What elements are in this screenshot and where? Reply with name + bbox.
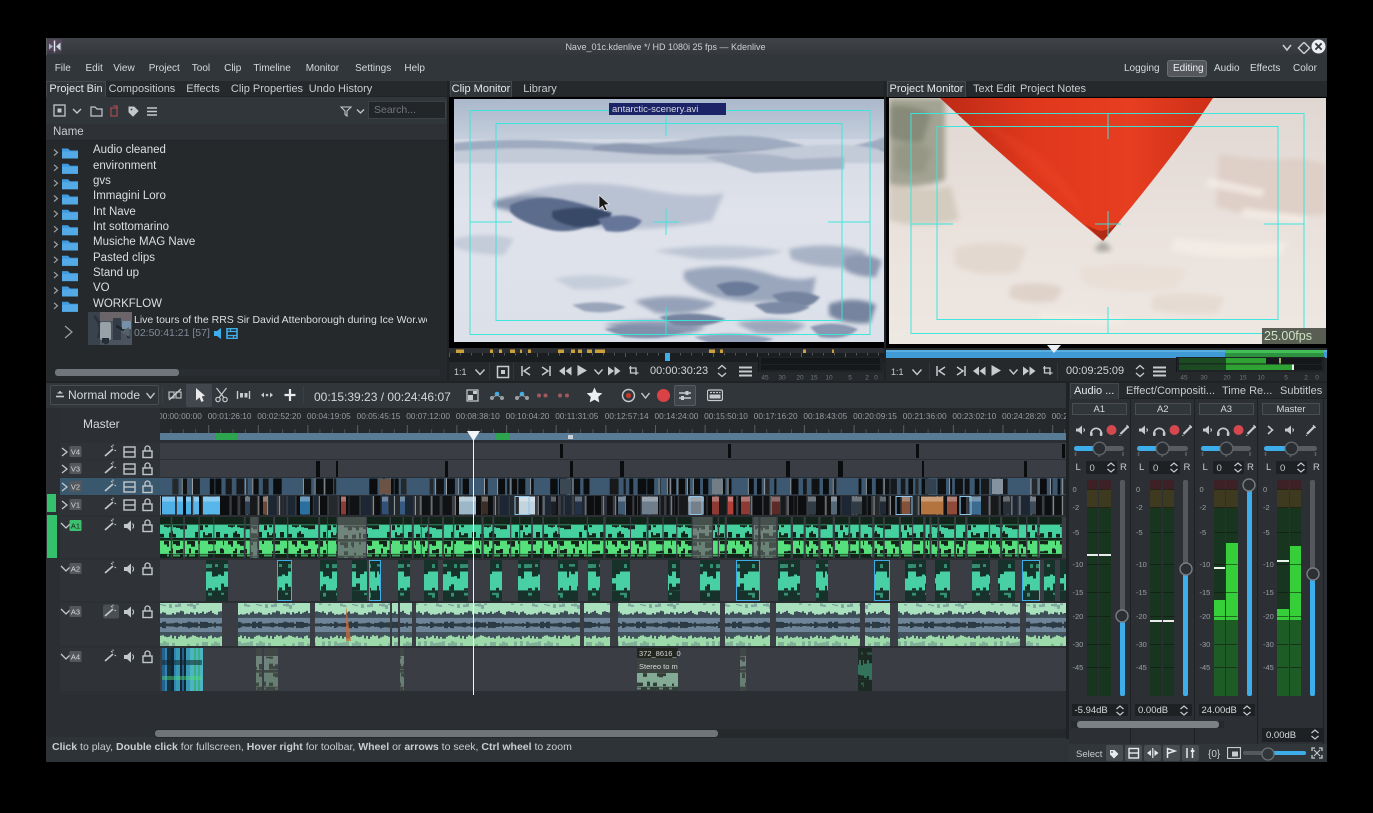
svg-text:A3: A3 — [71, 608, 80, 617]
svg-text:30: 30 — [778, 374, 786, 381]
svg-text:A1: A1 — [71, 522, 80, 531]
svg-text:20: 20 — [1223, 374, 1231, 381]
svg-text:0: 0 — [874, 374, 878, 381]
svg-text:Stereo to m: Stereo to m — [639, 662, 678, 671]
svg-text:45: 45 — [1180, 374, 1188, 381]
svg-text:A4: A4 — [71, 653, 80, 662]
svg-text:{0}: {0} — [1208, 749, 1221, 760]
svg-text:V3: V3 — [71, 465, 80, 474]
svg-text:V4: V4 — [71, 448, 80, 457]
svg-text:15: 15 — [1239, 374, 1247, 381]
svg-text:2: 2 — [1304, 374, 1308, 381]
svg-text:10: 10 — [1257, 374, 1265, 381]
svg-text:15: 15 — [810, 374, 818, 381]
svg-text:A2: A2 — [71, 565, 80, 574]
svg-text:0: 0 — [1315, 374, 1319, 381]
svg-text:V1: V1 — [71, 501, 80, 510]
svg-text:5: 5 — [848, 374, 852, 381]
svg-text:372_8616_0: 372_8616_0 — [639, 649, 681, 658]
svg-text:V2: V2 — [71, 483, 80, 492]
svg-text:5: 5 — [1284, 374, 1288, 381]
svg-text:2: 2 — [865, 374, 869, 381]
svg-text:20: 20 — [796, 374, 804, 381]
svg-text:30: 30 — [1200, 374, 1208, 381]
svg-text:10: 10 — [825, 374, 833, 381]
svg-text:45: 45 — [761, 374, 769, 381]
